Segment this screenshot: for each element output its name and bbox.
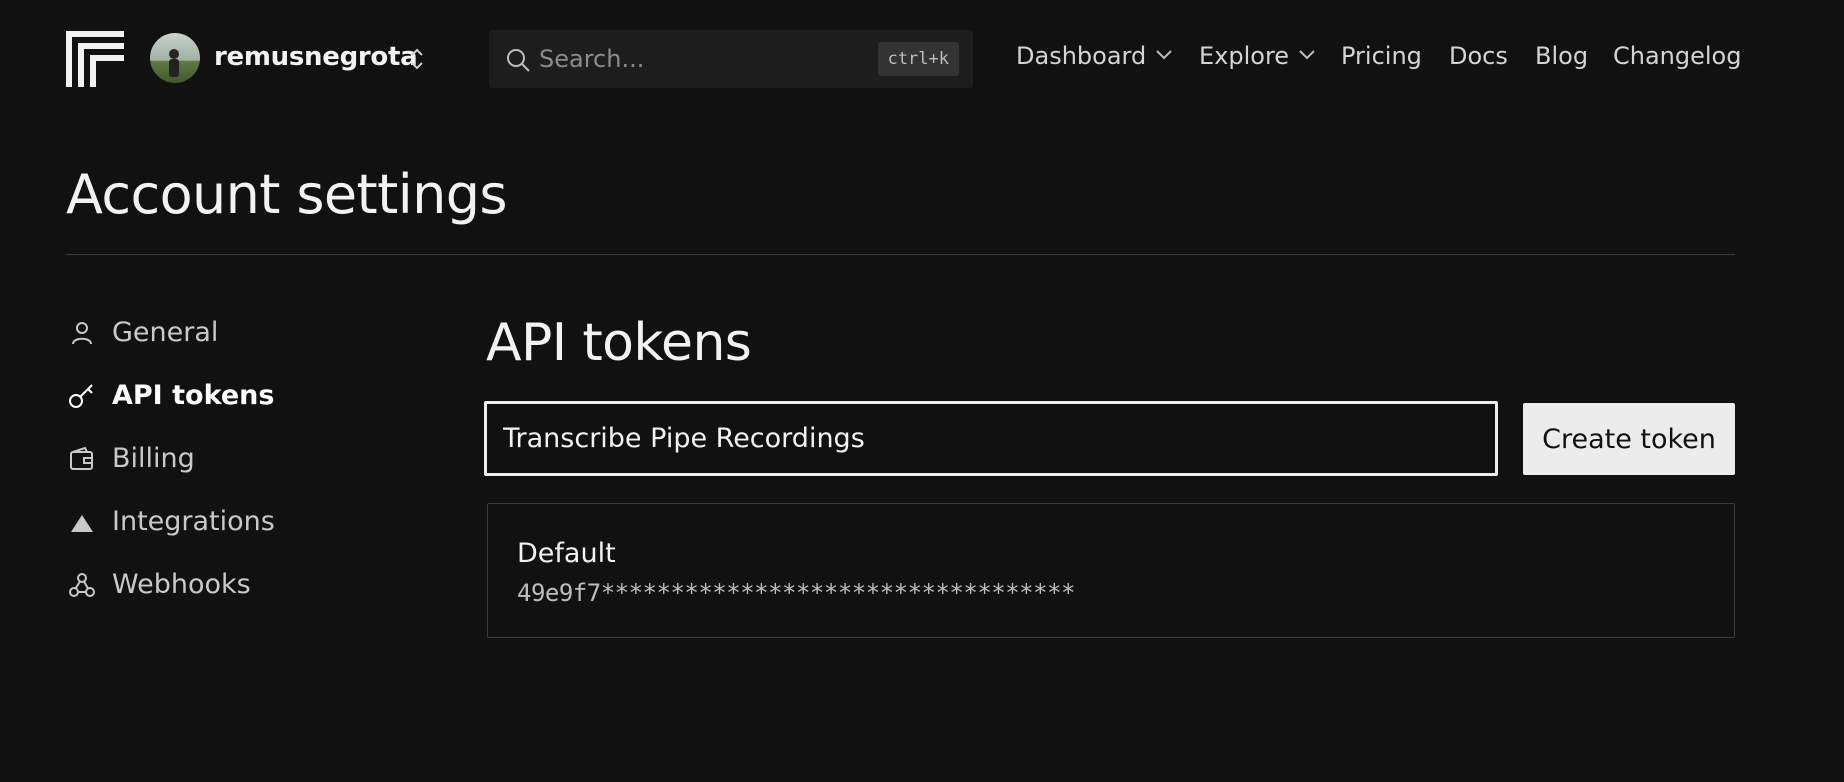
divider — [66, 254, 1735, 255]
search-shortcut-badge: ctrl+k — [877, 42, 959, 76]
token-name-input[interactable] — [484, 401, 1498, 476]
nav-dashboard-label: Dashboard — [1016, 42, 1147, 70]
sidebar-item-integrations[interactable]: Integrations — [66, 502, 386, 542]
chevron-down-icon — [1299, 50, 1315, 60]
top-navigation-bar: remusnegrota Search... ctrl+k Dashboard … — [0, 0, 1844, 118]
create-token-button[interactable]: Create token — [1523, 403, 1735, 475]
chevron-down-icon — [1156, 50, 1172, 60]
avatar[interactable] — [150, 33, 200, 83]
page-title: Account settings — [66, 163, 508, 226]
wallet-icon — [70, 446, 93, 470]
search-icon — [507, 49, 530, 72]
user-icon — [72, 322, 92, 345]
nav-explore[interactable]: Explore — [1199, 42, 1316, 70]
search-placeholder: Search... — [539, 45, 645, 73]
token-value[interactable]: 49e9f7********************************** — [517, 579, 1075, 607]
nav-docs[interactable]: Docs — [1449, 42, 1508, 70]
sidebar-item-label: Billing — [112, 443, 195, 474]
token-name: Default — [517, 538, 616, 569]
sidebar-item-webhooks[interactable]: Webhooks — [66, 565, 386, 605]
nav-dashboard[interactable]: Dashboard — [1016, 42, 1173, 70]
nav-explore-label: Explore — [1199, 42, 1290, 70]
nav-pricing[interactable]: Pricing — [1341, 42, 1422, 70]
nav-changelog[interactable]: Changelog — [1613, 42, 1741, 70]
sidebar-item-billing[interactable]: Billing — [66, 439, 386, 479]
sidebar-item-label: General — [112, 317, 219, 348]
account-username[interactable]: remusnegrota — [214, 42, 418, 72]
sidebar-item-api-tokens[interactable]: API tokens — [66, 376, 386, 416]
key-icon — [69, 384, 93, 408]
triangle-icon — [71, 515, 93, 532]
sidebar-item-label: API tokens — [112, 380, 275, 411]
token-card: Default 49e9f7**************************… — [487, 503, 1735, 638]
search-input[interactable]: Search... ctrl+k — [489, 30, 973, 88]
webhook-icon — [69, 573, 95, 597]
nav-blog[interactable]: Blog — [1535, 42, 1588, 70]
replicate-logo[interactable] — [66, 31, 124, 87]
sidebar-item-label: Integrations — [112, 506, 275, 537]
avatar-image — [150, 33, 200, 83]
chevron-up-down-icon[interactable] — [408, 46, 426, 72]
sidebar-item-label: Webhooks — [112, 569, 251, 600]
section-title: API tokens — [486, 313, 752, 373]
sidebar-item-general[interactable]: General — [66, 313, 386, 353]
